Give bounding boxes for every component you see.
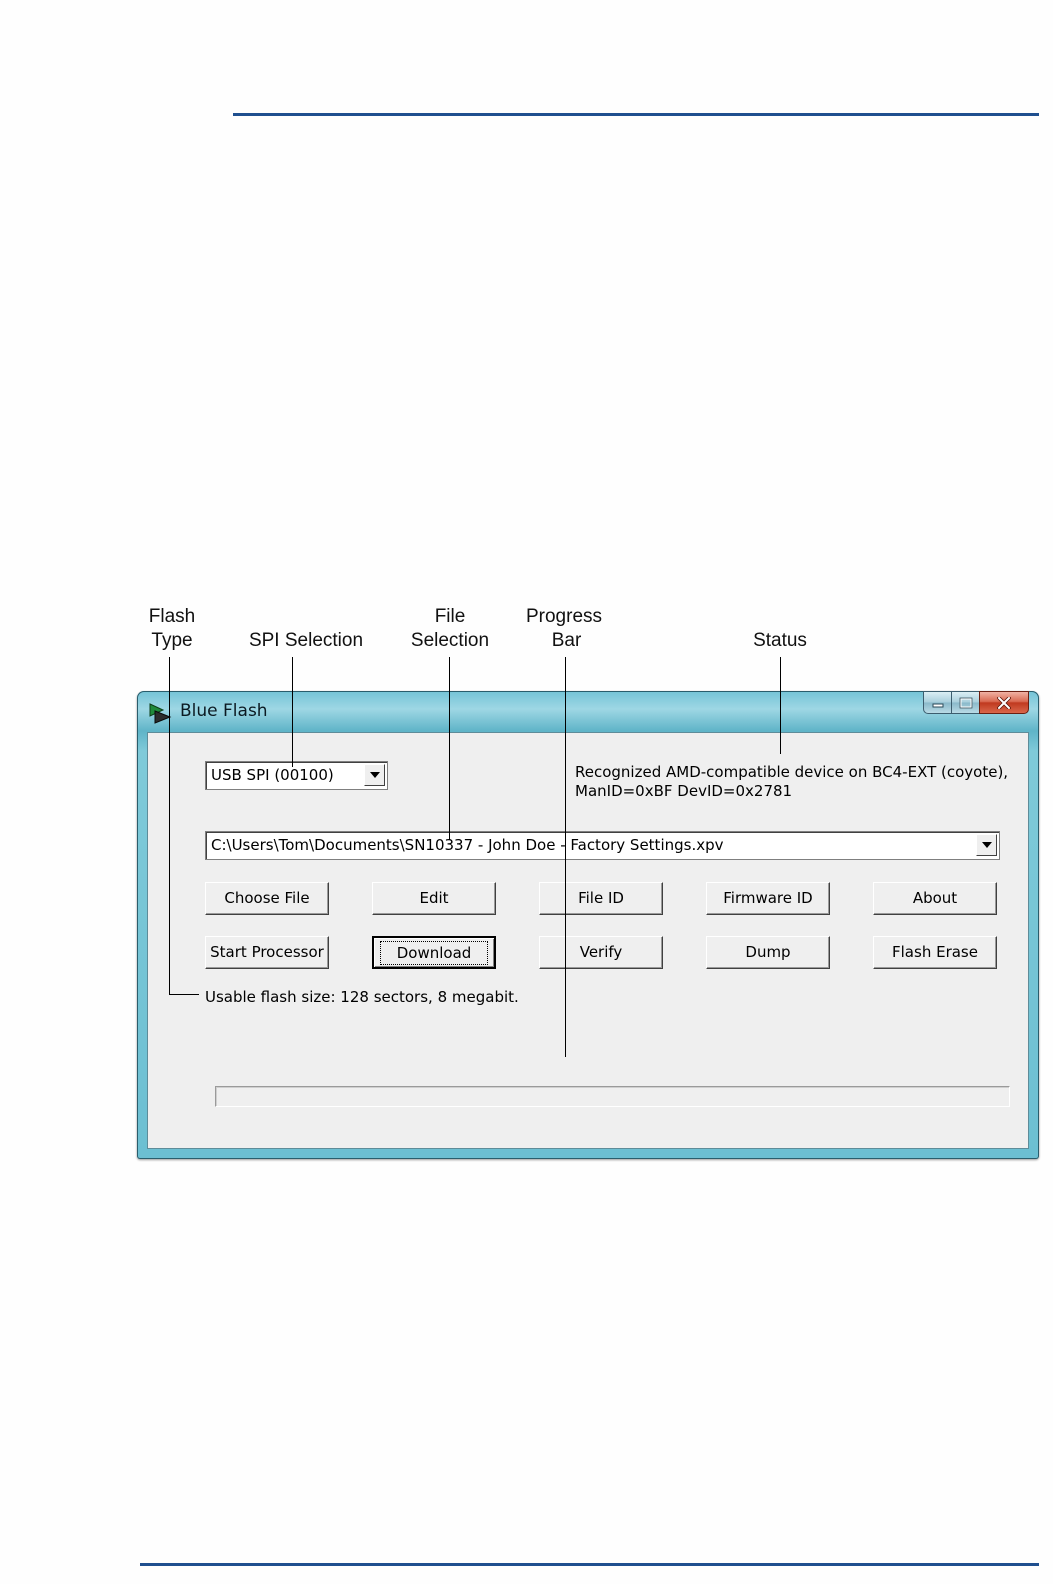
close-button[interactable] [979,691,1029,714]
progress-bar [215,1086,1010,1107]
callout-status: Status [740,629,820,653]
dump-button[interactable]: Dump [706,936,830,969]
leader-line-progress-bar [565,657,566,1057]
callout-progress-bar-line1: Progress [525,606,603,627]
download-button[interactable]: Download [372,936,496,969]
chevron-down-icon [369,772,380,778]
file-selection-combo[interactable]: C:\Users\Tom\Documents\SN10337 - John Do… [205,831,1000,860]
start-processor-button[interactable]: Start Processor [205,936,329,969]
download-button-label: Download [379,941,489,965]
minimize-button[interactable] [923,691,951,714]
leader-line-file-selection [449,657,450,840]
callout-file-selection-line1: File [434,606,466,627]
edit-button[interactable]: Edit [372,882,496,915]
callout-progress-bar-line2: Bar [551,630,582,651]
callout-file-selection-line2: Selection [410,630,490,651]
bottom-page-rule [140,1563,1039,1566]
window-title: Blue Flash [180,701,268,721]
file-selection-value: C:\Users\Tom\Documents\SN10337 - John Do… [211,836,724,854]
spi-selection-combo[interactable]: USB SPI (00100) [205,761,388,790]
chevron-down-icon [981,842,992,848]
leader-line-spi-selection [292,657,293,767]
callout-flash-type-line1: Flash [148,606,196,627]
flash-erase-button[interactable]: Flash Erase [873,936,997,969]
caption-buttons [923,691,1029,716]
close-icon [997,696,1011,709]
maximize-button[interactable] [951,691,979,714]
window-client-area: USB SPI (00100) Recognized AMD-compatibl… [147,732,1029,1149]
firmware-id-button[interactable]: Firmware ID [706,882,830,915]
about-button[interactable]: About [873,882,997,915]
file-id-button[interactable]: File ID [539,882,663,915]
callout-flash-type-line2: Type [151,630,193,651]
minimize-icon [932,703,943,707]
flash-size-text: Usable flash size: 128 sectors, 8 megabi… [205,988,519,1006]
maximize-icon [959,697,972,708]
status-text-line2: ManID=0xBF DevID=0x2781 [575,782,793,800]
status-text: Recognized AMD-compatible device on BC4-… [575,763,1008,801]
spi-selection-value: USB SPI (00100) [211,766,334,784]
status-text-line1: Recognized AMD-compatible device on BC4-… [575,763,1009,781]
blue-flash-window: Blue Flash USB SPI (00100) Recognized AM… [137,691,1039,1159]
file-dropdown-button[interactable] [976,834,997,856]
callout-progress-bar: Progress Bar [512,605,616,653]
top-page-rule [233,113,1039,116]
callout-status-text: Status [753,630,807,651]
spi-dropdown-button[interactable] [364,764,385,786]
leader-line-status [780,657,781,754]
choose-file-button[interactable]: Choose File [205,882,329,915]
callout-spi-selection-text: SPI Selection [248,630,364,651]
verify-button[interactable]: Verify [539,936,663,969]
leader-line-flash-type [169,657,170,994]
callout-spi-selection: SPI Selection [236,629,376,653]
leader-line-flash-type-hook [169,994,199,995]
callout-flash-type: Flash Type [132,605,212,653]
callout-file-selection: File Selection [400,605,500,653]
